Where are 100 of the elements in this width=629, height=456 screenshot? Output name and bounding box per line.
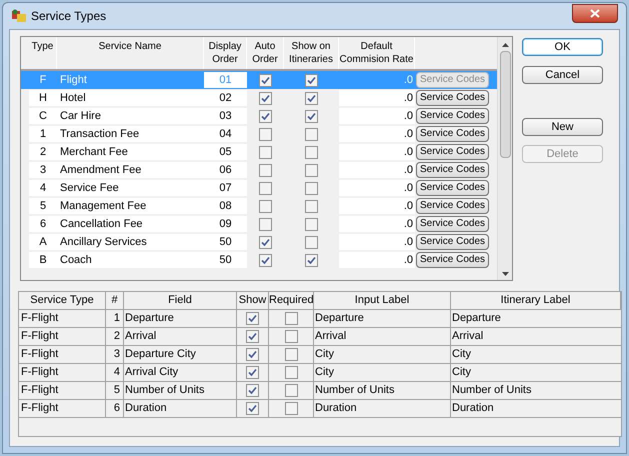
table-cell-text: Departure <box>451 311 502 326</box>
checkbox[interactable] <box>305 254 318 266</box>
scrollbar[interactable] <box>497 37 512 280</box>
checkbox[interactable] <box>305 92 318 104</box>
checkbox[interactable] <box>305 164 318 176</box>
checkbox[interactable] <box>305 128 318 140</box>
checkbox[interactable] <box>305 146 318 158</box>
column-header: Type <box>29 37 57 69</box>
dialog-button[interactable]: OK <box>522 38 603 56</box>
table-cell: Arrival <box>124 328 237 345</box>
table-cell: Duration <box>314 400 451 417</box>
table-cell: 2 <box>106 328 124 345</box>
service-codes-button[interactable]: Service Codes <box>416 90 489 106</box>
service-codes-button[interactable]: Service Codes <box>416 144 489 160</box>
scroll-thumb[interactable] <box>500 51 510 158</box>
column-header: Service Name <box>57 37 204 69</box>
service-codes-button[interactable]: Service Codes <box>416 198 489 214</box>
close-button[interactable] <box>572 4 618 22</box>
checkbox[interactable] <box>305 182 318 194</box>
service-codes-button[interactable]: Service Codes <box>416 252 489 268</box>
table-cell: F-Flight <box>19 364 106 381</box>
service-codes-button[interactable]: Service Codes <box>416 180 489 196</box>
table-cell: 2 <box>29 144 57 160</box>
table-cell: A <box>29 234 57 250</box>
table-cell: Transaction Fee <box>57 126 204 142</box>
service-row[interactable]: 3 Amendment Fee 06 .0 Service Codes <box>21 161 497 179</box>
table-cell: Car Hire <box>57 108 204 124</box>
service-row[interactable]: B Coach 50 .0 Service Codes <box>21 251 497 269</box>
checkbox[interactable] <box>259 164 272 176</box>
table-cell-text: City <box>451 347 472 362</box>
table-cell: Number of Units <box>124 382 237 399</box>
table-cell: 04 <box>204 126 247 142</box>
table-cell: 6 <box>29 216 57 232</box>
table-cell-text: F <box>38 73 48 88</box>
table-cell: F-Flight <box>19 346 106 363</box>
checkbox[interactable] <box>246 402 259 415</box>
table-cell: .0 <box>339 90 415 106</box>
checkbox[interactable] <box>246 312 259 325</box>
checkbox[interactable] <box>259 182 272 194</box>
checkbox[interactable] <box>259 110 272 122</box>
table-cell: 6 <box>106 400 124 417</box>
table-cell-text: Number of Units <box>451 383 532 398</box>
checkmark-icon <box>307 256 316 264</box>
checkbox[interactable] <box>246 366 259 379</box>
service-row[interactable]: 2 Merchant Fee 05 .0 Service Codes <box>21 143 497 161</box>
table-cell: 5 <box>29 198 57 214</box>
service-row[interactable]: 1 Transaction Fee 04 .0 Service Codes <box>21 125 497 143</box>
column-header: # <box>106 292 124 309</box>
table-cell: City <box>314 346 451 363</box>
checkbox[interactable] <box>305 110 318 122</box>
checkbox[interactable] <box>284 402 298 415</box>
table-cell: C <box>29 108 57 124</box>
checkbox[interactable] <box>259 92 272 104</box>
checkbox[interactable] <box>259 128 272 140</box>
scroll-down-icon <box>502 272 508 276</box>
checkbox[interactable] <box>284 330 298 343</box>
checkbox[interactable] <box>259 218 272 230</box>
table-cell: .0 <box>339 216 415 232</box>
checkbox[interactable] <box>246 348 259 361</box>
checkbox[interactable] <box>246 384 259 397</box>
table-cell: .0 <box>339 144 415 160</box>
column-header: Show on Itineraries <box>284 37 339 69</box>
service-row[interactable]: C Car Hire 03 .0 Service Codes <box>21 107 497 125</box>
service-codes-button[interactable]: Service Codes <box>416 126 489 142</box>
service-row[interactable]: 4 Service Fee 07 .0 Service Codes <box>21 179 497 197</box>
dialog-button[interactable]: New <box>522 118 603 136</box>
table-cell: 1 <box>29 126 57 142</box>
service-row[interactable]: A Ancillary Services 50 .0 Service Codes <box>21 233 497 251</box>
table-cell: Service Fee <box>57 180 204 196</box>
service-codes-button[interactable]: Service Codes <box>416 162 489 178</box>
service-row[interactable]: 6 Cancellation Fee 09 .0 Service Codes <box>21 215 497 233</box>
checkbox[interactable] <box>305 74 318 86</box>
checkbox[interactable] <box>259 146 272 158</box>
checkbox[interactable] <box>284 384 298 397</box>
service-codes-button[interactable]: Service Codes <box>416 216 489 232</box>
service-row[interactable]: 5 Management Fee 08 .0 Service Codes <box>21 197 497 215</box>
checkbox[interactable] <box>284 366 298 379</box>
table-cell: Number of Units <box>314 382 451 399</box>
checkbox[interactable] <box>284 312 298 325</box>
service-codes-button[interactable]: Service Codes <box>416 234 489 250</box>
table-cell: City <box>314 364 451 381</box>
table-cell: 5 <box>106 382 124 399</box>
service-row[interactable]: H Hotel 02 .0 Service Codes <box>21 89 497 107</box>
checkbox[interactable] <box>305 236 318 248</box>
dialog-button[interactable]: Cancel <box>522 66 603 84</box>
checkbox[interactable] <box>259 236 272 248</box>
checkbox[interactable] <box>259 200 272 212</box>
table-cell: Arrival City <box>124 364 237 381</box>
checkbox[interactable] <box>305 218 318 230</box>
table-cell-text: Flight <box>59 73 88 88</box>
checkbox[interactable] <box>259 254 272 266</box>
checkbox[interactable] <box>305 200 318 212</box>
checkbox[interactable] <box>246 330 259 343</box>
table-cell: .0 <box>339 108 415 124</box>
checkbox[interactable] <box>284 348 298 361</box>
table-cell: Merchant Fee <box>57 144 204 160</box>
table-cell: Duration <box>124 400 237 417</box>
service-codes-button[interactable]: Service Codes <box>416 108 489 124</box>
table-cell: Departure <box>314 310 451 327</box>
checkbox[interactable] <box>259 74 272 86</box>
